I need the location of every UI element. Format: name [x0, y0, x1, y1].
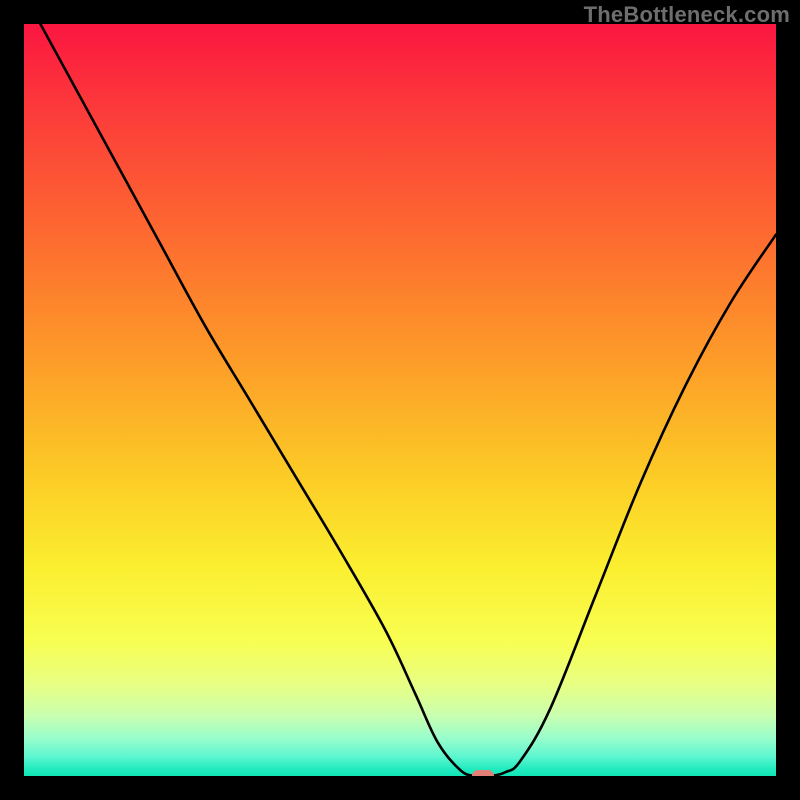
bottleneck-curve: [24, 24, 776, 776]
plot-area: [24, 24, 776, 776]
curve-svg: [24, 24, 776, 776]
chart-frame: TheBottleneck.com: [0, 0, 800, 800]
optimum-marker: [472, 770, 494, 776]
